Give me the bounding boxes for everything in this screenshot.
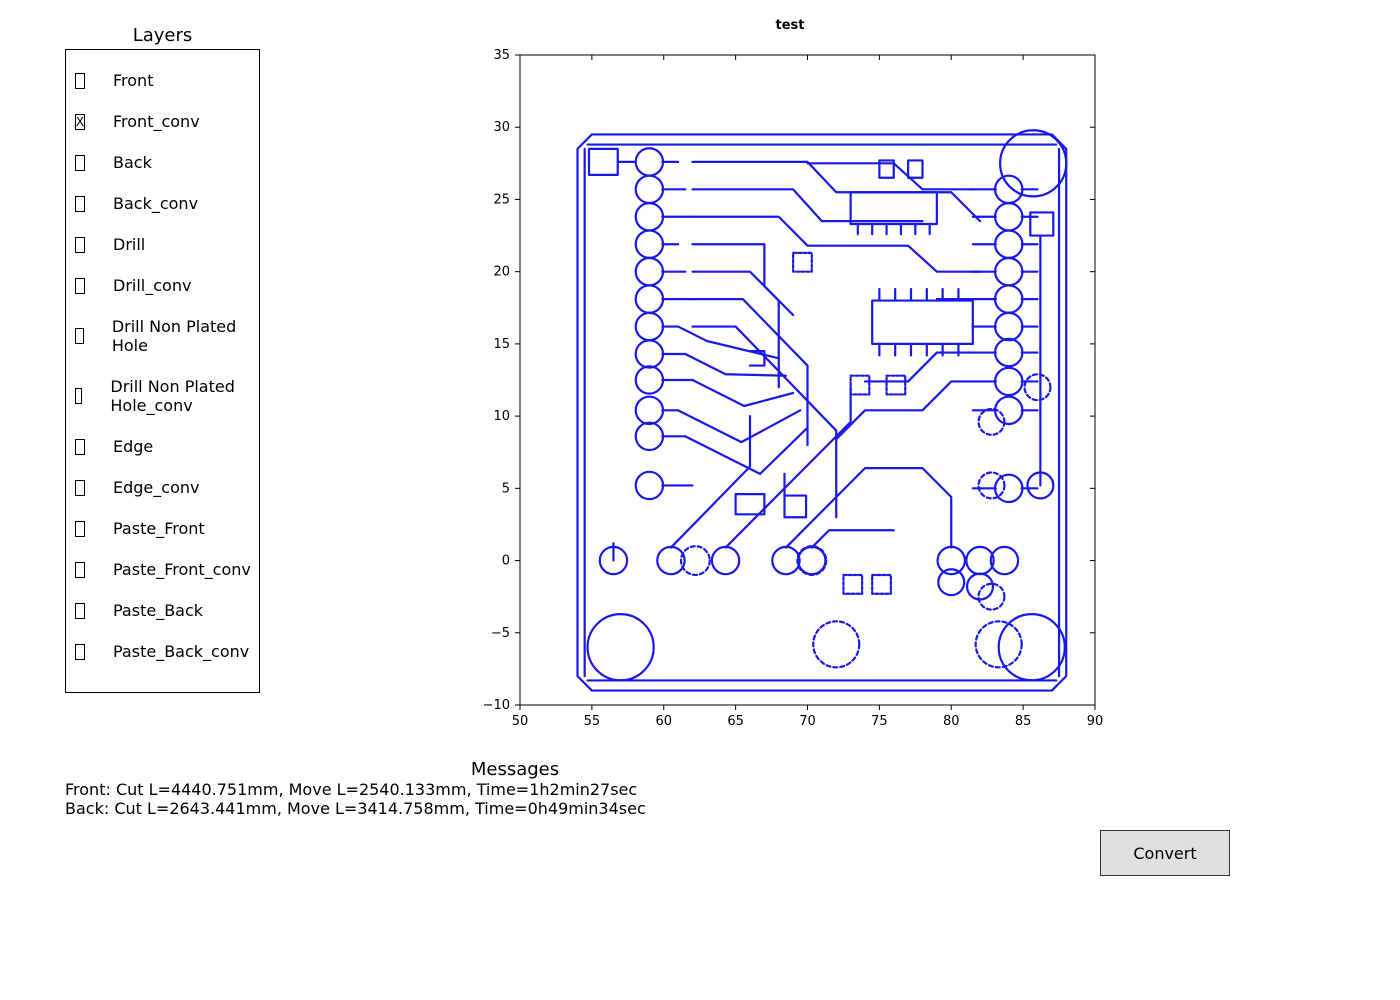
layers-title: Layers	[65, 25, 260, 46]
svg-text:60: 60	[655, 714, 672, 725]
convert-button[interactable]: Convert	[1100, 830, 1230, 876]
plot-area: test 50 55 60 65 70 75 80 85 90 −10 −5 0 5 10 15 20 25 30…	[470, 18, 1110, 725]
layer-item-paste-front[interactable]: Paste_Front	[68, 508, 257, 549]
svg-text:30: 30	[493, 120, 510, 135]
svg-text:−5: −5	[491, 626, 510, 641]
layer-item-edge-conv[interactable]: Edge_conv	[68, 467, 257, 508]
layer-label: Drill_conv	[113, 276, 191, 295]
layers-list: Front X Front_conv Back Back_conv Drill Drill_…	[65, 49, 260, 693]
layer-checkbox[interactable]	[75, 73, 85, 89]
layer-item-paste-back[interactable]: Paste_Back	[68, 590, 257, 631]
layer-checkbox[interactable]	[75, 603, 85, 619]
layer-label: Paste_Back	[113, 601, 203, 620]
message-line-back: Back: Cut L=2643.441mm, Move L=3414.758m…	[65, 799, 965, 818]
layer-checkbox[interactable]	[75, 644, 85, 660]
layer-item-drill-non-plated-hole[interactable]: Drill Non Plated Hole	[68, 306, 257, 366]
layer-label: Edge_conv	[113, 478, 199, 497]
layer-checkbox[interactable]	[75, 278, 85, 294]
messages-title: Messages	[65, 759, 965, 780]
layer-item-front[interactable]: Front	[68, 60, 257, 101]
svg-text:75: 75	[871, 714, 888, 725]
svg-text:35: 35	[493, 48, 510, 63]
layer-item-paste-front-conv[interactable]: Paste_Front_conv	[68, 549, 257, 590]
svg-text:50: 50	[512, 714, 529, 725]
layer-checkbox[interactable]	[75, 388, 82, 404]
layer-checkbox[interactable]	[75, 521, 85, 537]
layer-checkbox[interactable]	[75, 439, 85, 455]
layer-item-back[interactable]: Back	[68, 142, 257, 183]
svg-text:15: 15	[493, 337, 510, 352]
layer-label: Back	[113, 153, 152, 172]
svg-text:80: 80	[943, 714, 960, 725]
pcb-plot: 50 55 60 65 70 75 80 85 90 −10 −5 0 5 10 15 20 25 30 35	[470, 35, 1130, 725]
svg-text:0: 0	[502, 554, 510, 569]
layer-label: Front	[113, 71, 153, 90]
svg-text:5: 5	[502, 481, 510, 496]
message-line-front: Front: Cut L=4440.751mm, Move L=2540.133…	[65, 780, 965, 799]
layer-label: Drill Non Plated Hole_conv	[110, 377, 253, 415]
layer-item-edge[interactable]: Edge	[68, 426, 257, 467]
layer-checkbox[interactable]	[75, 480, 85, 496]
layer-label: Paste_Back_conv	[113, 642, 249, 661]
svg-text:70: 70	[799, 714, 816, 725]
svg-text:85: 85	[1015, 714, 1032, 725]
svg-text:25: 25	[493, 192, 510, 207]
layer-item-back-conv[interactable]: Back_conv	[68, 183, 257, 224]
layer-checkbox[interactable]	[75, 155, 85, 171]
layer-label: Drill	[113, 235, 145, 254]
layer-checkbox[interactable]	[75, 196, 85, 212]
layer-label: Edge	[113, 437, 153, 456]
svg-text:55: 55	[584, 714, 601, 725]
layer-label: Paste_Front_conv	[113, 560, 251, 579]
layer-item-drill-non-plated-hole-conv[interactable]: Drill Non Plated Hole_conv	[68, 366, 257, 426]
svg-text:−10: −10	[483, 698, 510, 713]
layer-item-drill-conv[interactable]: Drill_conv	[68, 265, 257, 306]
layer-checkbox[interactable]	[75, 328, 84, 344]
svg-text:90: 90	[1087, 714, 1104, 725]
layer-label: Paste_Front	[113, 519, 205, 538]
layer-label: Drill Non Plated Hole	[112, 317, 253, 355]
layer-item-front-conv[interactable]: X Front_conv	[68, 101, 257, 142]
messages-panel: Messages Front: Cut L=4440.751mm, Move L…	[65, 759, 965, 818]
svg-text:65: 65	[727, 714, 744, 725]
svg-text:10: 10	[493, 409, 510, 424]
layer-item-drill[interactable]: Drill	[68, 224, 257, 265]
layer-label: Front_conv	[113, 112, 200, 131]
svg-text:20: 20	[493, 265, 510, 280]
layer-checkbox[interactable]	[75, 237, 85, 253]
plot-title: test	[470, 18, 1110, 33]
layers-panel: Layers Front X Front_conv Back Back_conv Dril…	[65, 25, 260, 693]
layer-item-paste-back-conv[interactable]: Paste_Back_conv	[68, 631, 257, 672]
layer-label: Back_conv	[113, 194, 198, 213]
layer-checkbox[interactable]	[75, 562, 85, 578]
layer-checkbox[interactable]: X	[75, 114, 85, 130]
